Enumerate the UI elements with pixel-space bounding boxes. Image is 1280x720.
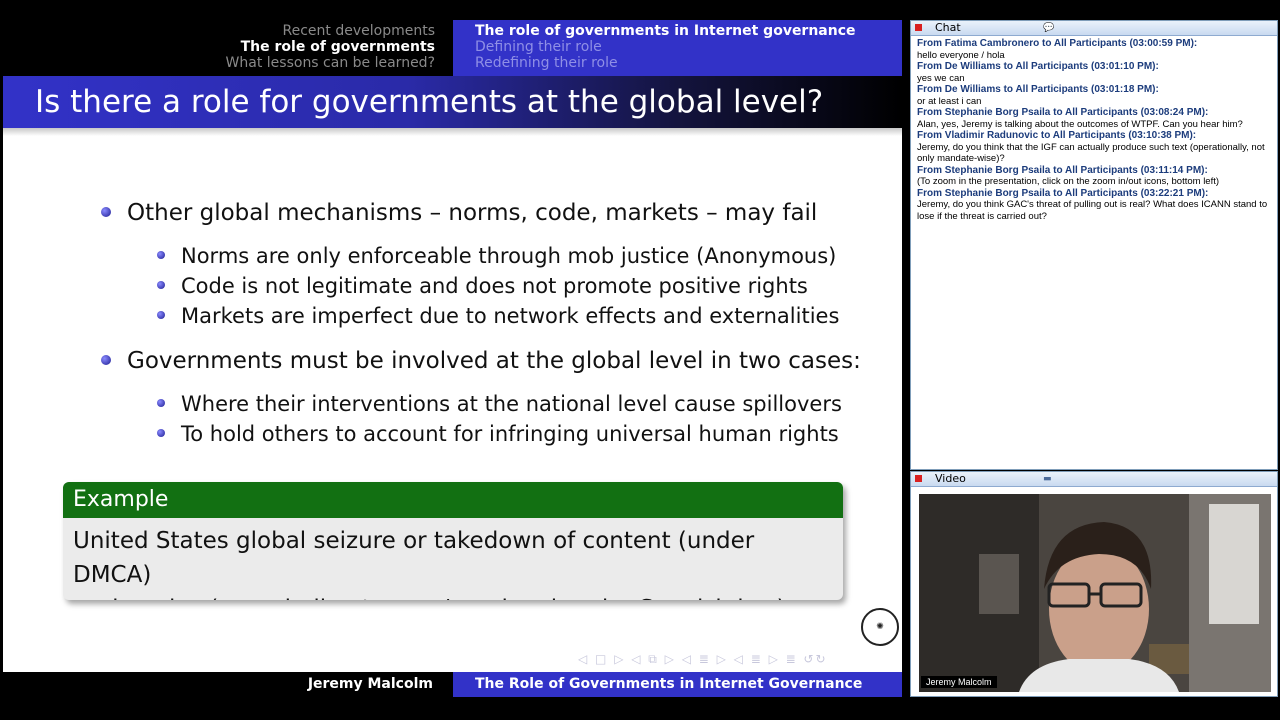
chat-message-text: Jeremy, do you think that the IGF can ac…	[917, 141, 1265, 165]
footer-title: The Role of Governments in Internet Gove…	[475, 676, 863, 692]
bullet-icon	[101, 354, 111, 365]
chat-message-sender: From Stephanie Borg Psaila to All Partic…	[917, 107, 1209, 118]
nav-subsection-redefining[interactable]: Redefining their role	[475, 55, 618, 71]
chat-message: From Vladimir Radunovic to All Participa…	[917, 130, 1271, 165]
bullet-icon	[157, 399, 165, 407]
top-letterbox	[0, 0, 1280, 18]
footer-title-bar: The Role of Governments in Internet Gove…	[453, 672, 902, 697]
nav-subsection-defining[interactable]: Defining their role	[475, 39, 602, 55]
chat-message-text: hello everyone / hola	[917, 49, 1005, 61]
chat-message: From De Williams to All Participants (03…	[917, 61, 1271, 84]
chat-message: From De Williams to All Participants (03…	[917, 84, 1271, 107]
chat-message-sender: From De Williams to All Participants (03…	[917, 84, 1159, 95]
sub-bullet-item: Where their interventions at the nationa…	[157, 392, 842, 416]
footer-author: Jeremy Malcolm	[307, 676, 433, 692]
bullet-icon	[157, 429, 165, 437]
chat-message: From Stephanie Borg Psaila to All Partic…	[917, 165, 1271, 188]
video-panel-title: Video	[935, 472, 966, 485]
section-nav: Recent developments The role of governme…	[3, 20, 453, 76]
panel-status-icon	[915, 24, 922, 31]
bottom-letterbox	[0, 700, 1280, 720]
bullet-text: Code is not legitimate and does not prom…	[181, 274, 808, 298]
chat-message-sender: From De Williams to All Participants (03…	[917, 61, 1159, 72]
beamer-navigation-icons[interactable]: ◁ □ ▷ ◁ ⧉ ▷ ◁ ≣ ▷ ◁ ≣ ▷ ≣ ↺↻	[578, 652, 828, 667]
chat-message-sender: From Fatima Cambronero to All Participan…	[917, 38, 1198, 49]
chat-message-sender: From Vladimir Radunovic to All Participa…	[917, 130, 1197, 141]
subsection-nav: The role of governments in Internet gove…	[453, 20, 902, 76]
chat-message: From Stephanie Borg Psaila to All Partic…	[917, 188, 1271, 223]
example-line: United States global seizure or takedown…	[73, 528, 755, 588]
sub-bullet-item: Norms are only enforceable through mob j…	[157, 244, 836, 268]
bullet-text: Where their interventions at the nationa…	[181, 392, 842, 416]
sub-bullet-item: Markets are imperfect due to network eff…	[157, 304, 839, 328]
chat-message-text: yes we can	[917, 72, 965, 84]
bullet-icon	[157, 281, 165, 289]
example-block: Example United States global seizure or …	[63, 482, 843, 600]
video-panel: Video ▬ Jeremy Malcolm	[910, 471, 1278, 697]
chat-message-sender: From Stephanie Borg Psaila to All Partic…	[917, 187, 1209, 199]
slide-title: Is there a role for governments at the g…	[35, 84, 824, 120]
chat-bubble-icon[interactable]: 💬	[1043, 23, 1054, 33]
chat-message-list: From Fatima Cambronero to All Participan…	[911, 36, 1277, 224]
bullet-item: Governments must be involved at the glob…	[101, 348, 861, 374]
bullet-text: Governments must be involved at the glob…	[127, 348, 861, 374]
sub-bullet-item: To hold others to account for infringing…	[157, 422, 839, 446]
video-panel-header: Video ▬	[911, 472, 1277, 487]
bullet-text: Norms are only enforceable through mob j…	[181, 244, 837, 268]
nav-subsection-role[interactable]: The role of governments in Internet gove…	[475, 23, 856, 39]
footer-author-bar: Jeremy Malcolm	[3, 672, 453, 697]
nav-section-recent[interactable]: Recent developments	[283, 23, 435, 39]
example-title: Example	[63, 482, 843, 518]
presentation-slide: Recent developments The role of governme…	[3, 20, 902, 697]
chat-panel: Chat 💬 From Fatima Cambronero to All Par…	[910, 20, 1278, 470]
bullet-text: Markets are imperfect due to network eff…	[181, 304, 840, 328]
panel-status-icon	[915, 475, 922, 482]
webcam-image	[919, 494, 1271, 692]
chat-message-text: (To zoom in the presentation, click on t…	[917, 176, 1220, 187]
chat-message: From Fatima Cambronero to All Participan…	[917, 38, 1271, 61]
chat-message-sender: From Stephanie Borg Psaila to All Partic…	[917, 164, 1208, 176]
chat-panel-header: Chat 💬	[911, 21, 1277, 36]
bullet-icon	[157, 311, 165, 319]
bullet-icon	[101, 206, 111, 217]
bullet-item: Other global mechanisms – norms, code, m…	[101, 200, 817, 226]
chat-message: From Stephanie Borg Psaila to All Partic…	[917, 107, 1271, 130]
title-shadow	[3, 128, 902, 136]
webcam-video: Jeremy Malcolm	[919, 494, 1271, 692]
chat-message-text: Jeremy, do you think GAC's threat of pul…	[917, 199, 1268, 222]
chat-panel-title: Chat	[935, 21, 961, 34]
chat-message-text: or at least i can	[917, 95, 982, 107]
bullet-text: To hold others to account for infringing…	[181, 422, 839, 446]
slide-title-bar: Is there a role for governments at the g…	[3, 76, 902, 128]
university-seal-logo: ✺	[861, 608, 899, 646]
speaker-name-label: Jeremy Malcolm	[921, 676, 997, 688]
sub-bullet-item: Code is not legitimate and does not prom…	[157, 274, 808, 298]
nav-section-role[interactable]: The role of governments	[241, 39, 435, 55]
example-body: United States global seizure or takedown…	[63, 518, 843, 600]
example-line: or domains (eg. rojedirecta.com/.org leg…	[73, 592, 833, 600]
chat-message-text: Alan, yes, Jeremy is talking about the o…	[917, 118, 1243, 130]
nav-section-lessons[interactable]: What lessons can be learned?	[226, 55, 435, 71]
bullet-text: Other global mechanisms – norms, code, m…	[127, 200, 818, 226]
bullet-icon	[157, 251, 165, 259]
camera-icon[interactable]: ▬	[1043, 474, 1052, 484]
